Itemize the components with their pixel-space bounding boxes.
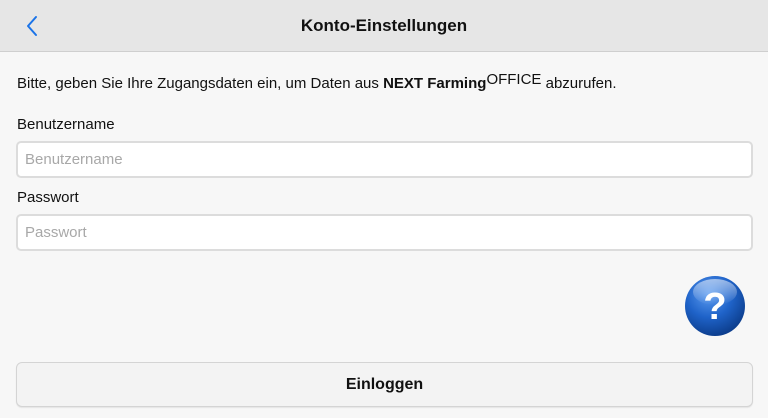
brand-name: NEXT Farming: [383, 75, 487, 92]
help-button[interactable]: ?: [684, 275, 746, 337]
password-field[interactable]: [16, 214, 753, 251]
password-label: Passwort: [17, 189, 79, 206]
svg-text:?: ?: [703, 286, 726, 328]
question-mark-icon: ?: [685, 276, 745, 336]
intro-text-after: abzurufen.: [541, 75, 617, 92]
chevron-left-icon: [27, 16, 37, 36]
page-title: Konto-Einstellungen: [300, 16, 468, 35]
intro-text: Bitte, geben Sie Ihre Zugangsdaten ein, …: [17, 68, 617, 100]
username-label: Benutzername: [17, 116, 115, 133]
login-button[interactable]: Einloggen: [16, 362, 753, 407]
intro-text-before: Bitte, geben Sie Ihre Zugangsdaten ein, …: [17, 75, 384, 92]
navigation-bar: Konto-Einstellungen: [0, 0, 768, 52]
back-button[interactable]: [14, 8, 50, 44]
brand-superscript: OFFICE: [486, 71, 542, 88]
username-field[interactable]: [16, 141, 753, 178]
